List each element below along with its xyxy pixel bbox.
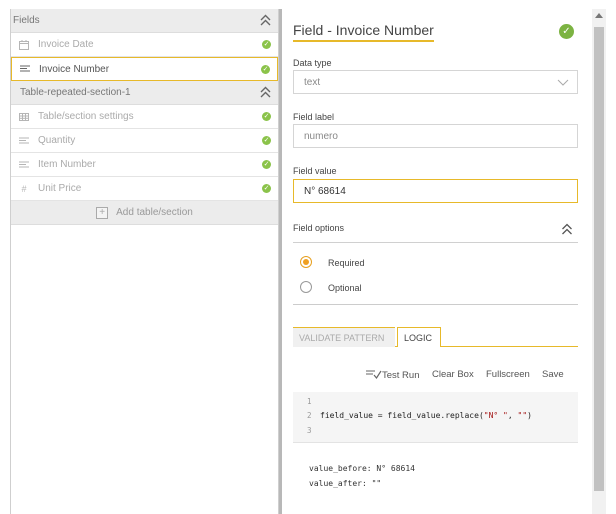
field-value-label: Field value: [293, 166, 337, 176]
text-lines-icon: [18, 160, 30, 170]
section-item-quantity[interactable]: Quantity ✓: [11, 129, 278, 153]
editor-title: Field - Invoice Number: [293, 22, 434, 42]
section-item-settings[interactable]: Table/section settings ✓: [11, 105, 278, 129]
fields-panel: Fields Invoice Date ✓ Invoice Number ✓ T…: [10, 9, 279, 514]
code-editor[interactable]: 1 2 3 field_value = field_value.replace(…: [293, 392, 578, 442]
chevron-down-icon: [557, 79, 569, 86]
output-line: value_after: "": [309, 479, 382, 488]
code-text: ,: [507, 411, 518, 420]
calendar-icon: [18, 39, 30, 50]
code-string: "": [517, 411, 528, 420]
field-label-input[interactable]: numero: [293, 124, 578, 148]
add-table-section-button[interactable]: + Add table/section: [11, 201, 278, 225]
optional-label: Optional: [328, 283, 362, 293]
section-header[interactable]: Table-repeated-section-1: [11, 81, 278, 105]
text-lines-icon: [19, 64, 31, 74]
line-number: 2: [307, 411, 312, 420]
fields-header-label: Fields: [13, 15, 40, 26]
check-icon: ✓: [261, 65, 270, 74]
tab-validate-pattern[interactable]: VALIDATE PATTERN: [293, 327, 395, 347]
section-item-label: Table/section settings: [38, 111, 134, 122]
divider: [293, 442, 578, 443]
fullscreen-button[interactable]: Fullscreen: [486, 369, 530, 380]
collapse-icon[interactable]: [561, 222, 573, 236]
check-icon: ✓: [262, 40, 271, 49]
data-type-value: text: [304, 76, 321, 88]
section-header-label: Table-repeated-section-1: [20, 87, 131, 98]
code-line: field_value = field_value.replace("N° ",…: [320, 411, 532, 420]
table-icon: [18, 112, 30, 122]
status-check-icon: ✓: [559, 24, 574, 39]
code-text: field_value = field_value.replace(: [320, 411, 484, 420]
check-icon: ✓: [262, 184, 271, 193]
field-item-label: Invoice Date: [38, 39, 94, 50]
tab-logic[interactable]: LOGIC: [397, 327, 441, 347]
scroll-up-icon[interactable]: [595, 13, 603, 18]
scrollbar-thumb[interactable]: [594, 27, 604, 491]
plus-icon: +: [96, 206, 109, 219]
section-item-item-number[interactable]: Item Number ✓: [11, 153, 278, 177]
required-radio[interactable]: [300, 256, 312, 268]
data-type-select[interactable]: text: [293, 70, 578, 94]
check-icon: ✓: [262, 160, 271, 169]
add-table-section-label: Add table/section: [116, 207, 193, 218]
fields-header[interactable]: Fields: [11, 9, 278, 33]
logic-tabs: VALIDATE PATTERN LOGIC: [293, 327, 578, 347]
field-editor: Field - Invoice Number ✓ Data type text …: [282, 9, 592, 514]
test-run-button[interactable]: Test Run: [366, 369, 420, 381]
field-value-value: N° 68614: [304, 185, 346, 197]
check-icon: ✓: [262, 136, 271, 145]
scrollbar[interactable]: [592, 9, 606, 514]
test-run-icon: [366, 370, 382, 380]
save-button[interactable]: Save: [542, 369, 564, 380]
section-item-label: Quantity: [38, 135, 76, 146]
check-icon: ✓: [262, 112, 271, 121]
line-number: 3: [307, 426, 312, 435]
section-item-unit-price[interactable]: # Unit Price ✓: [11, 177, 278, 201]
hash-icon: #: [21, 183, 27, 194]
text-lines-icon: [18, 136, 30, 146]
field-label-label: Field label: [293, 112, 335, 122]
divider: [293, 304, 578, 305]
section-item-label: Unit Price: [38, 183, 82, 194]
required-label: Required: [328, 258, 365, 268]
test-run-label: Test Run: [382, 370, 420, 381]
collapse-icon[interactable]: [259, 85, 272, 99]
field-value-input[interactable]: N° 68614: [293, 179, 578, 203]
code-string: "N° ": [483, 411, 508, 420]
line-gutter: [293, 392, 315, 442]
section-item-label: Item Number: [38, 159, 96, 170]
data-type-label: Data type: [293, 58, 332, 68]
field-label-value: numero: [304, 130, 338, 142]
field-item-label: Invoice Number: [39, 63, 110, 75]
field-item-invoice-number[interactable]: Invoice Number ✓: [11, 57, 278, 81]
field-options-label: Field options: [293, 223, 345, 233]
collapse-icon[interactable]: [259, 13, 272, 27]
clear-box-button[interactable]: Clear Box: [432, 369, 474, 380]
line-number: 1: [307, 397, 312, 406]
output-line: value_before: N° 68614: [309, 464, 415, 473]
field-options-header[interactable]: Field options: [293, 219, 578, 243]
field-item-invoice-date[interactable]: Invoice Date ✓: [11, 33, 278, 57]
optional-radio[interactable]: [300, 281, 312, 293]
code-text: ): [527, 411, 532, 420]
